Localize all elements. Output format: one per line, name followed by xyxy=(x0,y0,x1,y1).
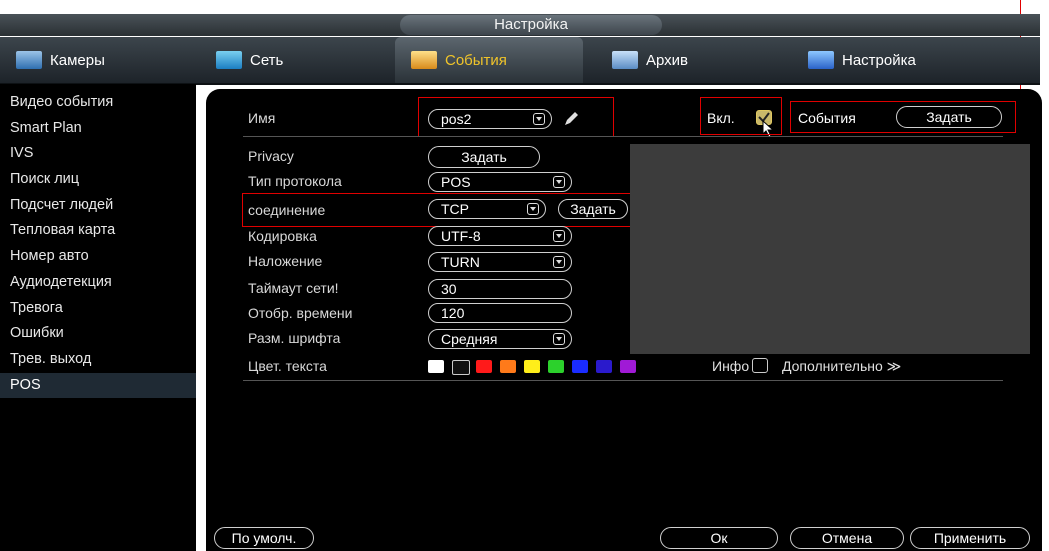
display-time-label: Отобр. времени xyxy=(248,305,353,321)
font-size-label: Разм. шрифта xyxy=(248,330,341,346)
color-swatch[interactable] xyxy=(500,360,516,373)
color-swatch[interactable] xyxy=(524,360,540,373)
events-icon xyxy=(411,51,437,69)
tab-archive-label: Архив xyxy=(646,51,689,69)
info-checkbox[interactable] xyxy=(752,358,768,373)
divider-bottom xyxy=(243,380,1003,381)
tab-events[interactable]: События xyxy=(395,37,583,83)
protocol-select-value: POS xyxy=(441,174,471,190)
sidebar-item-errors[interactable]: Ошибки xyxy=(0,321,196,347)
sidebar: Видео события Smart Plan IVS Поиск лиц П… xyxy=(0,84,196,551)
tab-network-label: Сеть xyxy=(250,51,284,69)
screen: Настройка Камеры Сеть События Архив Наст… xyxy=(0,0,1049,551)
tab-cameras-label: Камеры xyxy=(50,51,105,69)
sidebar-item-alarm-out[interactable]: Трев. выход xyxy=(0,347,196,373)
more-link[interactable]: Дополнительно ≫ xyxy=(782,358,901,375)
encoding-select-value: UTF-8 xyxy=(441,228,481,244)
archive-icon xyxy=(612,51,638,69)
apply-button[interactable]: Применить xyxy=(910,527,1030,549)
chevron-down-icon xyxy=(553,256,565,268)
tab-settings[interactable]: Настройка xyxy=(792,37,992,83)
sidebar-item-heat-map[interactable]: Тепловая карта xyxy=(0,218,196,244)
privacy-set-button[interactable]: Задать xyxy=(428,146,540,168)
info-label: Инфо xyxy=(712,358,750,374)
sidebar-item-alarm[interactable]: Тревога xyxy=(0,296,196,322)
privacy-label: Privacy xyxy=(248,148,294,164)
annotation-box-name xyxy=(418,97,614,137)
top-tabs: Камеры Сеть События Архив Настройка xyxy=(0,37,1040,85)
color-swatch[interactable] xyxy=(620,360,636,373)
color-swatch[interactable] xyxy=(476,360,492,373)
settings-icon xyxy=(808,51,834,69)
sidebar-item-ivs[interactable]: IVS xyxy=(0,141,196,167)
sidebar-item-plate[interactable]: Номер авто xyxy=(0,244,196,270)
color-swatch[interactable] xyxy=(428,360,444,373)
window-title: Настройка xyxy=(400,15,662,35)
name-label: Имя xyxy=(248,110,276,126)
display-time-input[interactable]: 120 xyxy=(428,303,572,323)
annotation-box-connection xyxy=(242,193,633,227)
timeout-label: Таймаут сети! xyxy=(248,280,339,296)
annotation-box-events xyxy=(790,101,1016,133)
sidebar-item-face-search[interactable]: Поиск лиц xyxy=(0,167,196,193)
protocol-select[interactable]: POS xyxy=(428,172,572,192)
sidebar-item-video-events[interactable]: Видео события xyxy=(0,90,196,116)
divider-top xyxy=(243,136,1003,137)
camera-icon xyxy=(16,51,42,69)
video-preview xyxy=(630,144,1030,354)
sidebar-item-pos[interactable]: POS xyxy=(0,372,196,399)
tab-events-label: События xyxy=(445,51,507,69)
color-swatch[interactable] xyxy=(596,360,612,373)
cancel-button[interactable]: Отмена xyxy=(790,527,904,549)
encoding-select[interactable]: UTF-8 xyxy=(428,226,572,246)
overlay-label: Наложение xyxy=(248,253,323,269)
chevron-down-icon xyxy=(553,333,565,345)
font-size-select[interactable]: Средняя xyxy=(428,329,572,349)
default-button[interactable]: По умолч. xyxy=(214,527,314,549)
timeout-input[interactable]: 30 xyxy=(428,279,572,299)
tab-settings-label: Настройка xyxy=(842,51,916,69)
sidebar-item-people-count[interactable]: Подсчет людей xyxy=(0,193,196,219)
sidebar-item-smart-plan[interactable]: Smart Plan xyxy=(0,116,196,142)
font-size-select-value: Средняя xyxy=(441,331,498,347)
tab-archive[interactable]: Архив xyxy=(596,37,786,83)
tab-network[interactable]: Сеть xyxy=(200,37,392,83)
sidebar-item-audio[interactable]: Аудиодетекция xyxy=(0,270,196,296)
encoding-label: Кодировка xyxy=(248,228,317,244)
text-color-label: Цвет. текста xyxy=(248,358,327,374)
color-swatch[interactable] xyxy=(572,360,588,373)
color-swatch[interactable] xyxy=(548,360,564,373)
network-icon xyxy=(216,51,242,69)
annotation-box-enable xyxy=(700,97,782,135)
overlay-select[interactable]: TURN xyxy=(428,252,572,272)
chevron-down-icon xyxy=(553,176,565,188)
overlay-select-value: TURN xyxy=(441,254,480,270)
protocol-label: Тип протокола xyxy=(248,173,342,189)
color-swatch[interactable] xyxy=(452,360,470,375)
ok-button[interactable]: Ок xyxy=(660,527,778,549)
chevron-down-icon xyxy=(553,230,565,242)
tab-cameras[interactable]: Камеры xyxy=(0,37,196,83)
